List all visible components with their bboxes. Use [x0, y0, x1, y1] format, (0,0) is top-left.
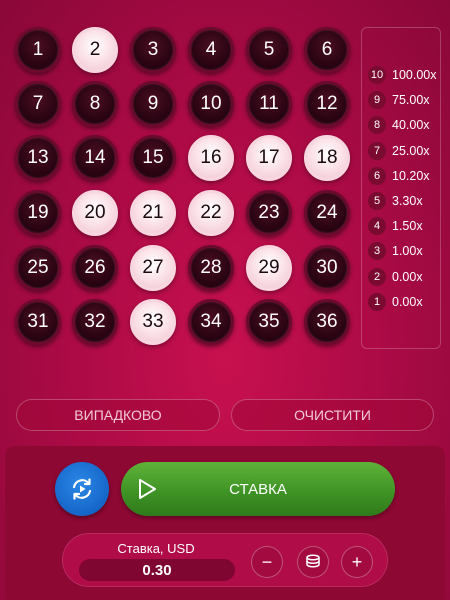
- paytable-multiplier: 75.00x: [392, 93, 430, 108]
- paytable-row: 9 75.00x: [368, 90, 430, 110]
- paytable-hit-count: 1: [368, 292, 386, 311]
- paytable-multiplier: 100.00x: [392, 68, 437, 82]
- stake-presets-button[interactable]: [297, 546, 329, 578]
- paytable-hit-count: 5: [368, 192, 386, 210]
- stake-control: Ставка, USD 0.30 − +: [62, 533, 388, 587]
- paytable-multiplier: 1.50x: [392, 219, 423, 234]
- number-ball-20[interactable]: 20: [72, 190, 118, 236]
- paytable-row: 10 100.00x: [368, 65, 436, 85]
- number-ball-19[interactable]: 19: [15, 190, 61, 236]
- paytable: 10 100.00x 9 75.00x 8 40.00x 7 25.00x 6 10.20x 5 3.…: [361, 27, 441, 349]
- number-ball-13[interactable]: 13: [15, 135, 61, 181]
- paytable-multiplier: 3.30x: [392, 194, 423, 208]
- paytable-hit-count: 6: [368, 166, 386, 185]
- number-ball-22[interactable]: 22: [188, 190, 234, 236]
- paytable-hit-count: 7: [368, 141, 386, 160]
- paytable-row: 8 40.00x: [368, 115, 430, 135]
- paytable-multiplier: 25.00x: [392, 143, 430, 158]
- paytable-hit-count: 2: [368, 267, 386, 286]
- number-ball-10[interactable]: 10: [188, 81, 234, 127]
- number-ball-2[interactable]: 2: [72, 27, 118, 73]
- paytable-multiplier: 40.00x: [392, 118, 430, 133]
- paytable-row: 5 3.30x: [368, 191, 423, 211]
- number-ball-34[interactable]: 34: [188, 299, 234, 345]
- number-ball-28[interactable]: 28: [188, 245, 234, 291]
- bet-button-label: СТАВКА: [229, 480, 287, 498]
- number-ball-6[interactable]: 6: [304, 27, 350, 73]
- number-ball-23[interactable]: 23: [246, 190, 292, 236]
- number-ball-18[interactable]: 18: [304, 135, 350, 181]
- number-ball-27[interactable]: 27: [130, 245, 176, 291]
- increase-stake-button[interactable]: +: [341, 546, 373, 578]
- stake-amount-input[interactable]: 0.30: [79, 559, 235, 581]
- paytable-row: 3 1.00x: [368, 241, 423, 261]
- number-ball-29[interactable]: 29: [246, 245, 292, 291]
- bet-button[interactable]: СТАВКА: [121, 462, 395, 516]
- number-ball-30[interactable]: 30: [304, 245, 350, 291]
- paytable-row: 1 0.00x: [368, 292, 423, 312]
- number-ball-7[interactable]: 7: [15, 81, 61, 127]
- number-ball-11[interactable]: 11: [246, 81, 292, 127]
- number-ball-17[interactable]: 17: [246, 135, 292, 181]
- paytable-hit-count: 10: [368, 66, 386, 84]
- paytable-multiplier: 1.00x: [392, 244, 423, 259]
- number-board: 1 2 3 4 5 6 7 8 9 10 11 12 13 14 15 16 17 18 19 20 21 22 23 24 2…: [10, 27, 355, 349]
- paytable-hit-count: 4: [368, 217, 386, 236]
- number-ball-26[interactable]: 26: [72, 245, 118, 291]
- number-ball-5[interactable]: 5: [246, 27, 292, 73]
- number-ball-32[interactable]: 32: [72, 299, 118, 345]
- number-ball-3[interactable]: 3: [130, 27, 176, 73]
- number-ball-15[interactable]: 15: [130, 135, 176, 181]
- paytable-row: 7 25.00x: [368, 141, 430, 161]
- number-ball-36[interactable]: 36: [304, 299, 350, 345]
- clear-button[interactable]: ОЧИСТИТИ: [231, 399, 434, 431]
- autoplay-button[interactable]: [55, 462, 109, 516]
- number-ball-25[interactable]: 25: [15, 245, 61, 291]
- paytable-multiplier: 10.20x: [392, 168, 430, 183]
- stake-label: Ставка, USD: [117, 541, 195, 556]
- paytable-row: 2 0.00x: [368, 267, 423, 287]
- decrease-stake-button[interactable]: −: [251, 546, 283, 578]
- paytable-row: 6 10.20x: [368, 166, 430, 186]
- number-ball-33[interactable]: 33: [130, 299, 176, 345]
- autoplay-icon: [72, 478, 92, 500]
- paytable-multiplier: 0.00x: [392, 294, 423, 309]
- paytable-multiplier: 0.00x: [392, 269, 423, 284]
- number-ball-14[interactable]: 14: [72, 135, 118, 181]
- number-ball-9[interactable]: 9: [130, 81, 176, 127]
- number-ball-16[interactable]: 16: [188, 135, 234, 181]
- number-ball-21[interactable]: 21: [130, 190, 176, 236]
- number-ball-24[interactable]: 24: [304, 190, 350, 236]
- paytable-row: 4 1.50x: [368, 216, 423, 236]
- paytable-hit-count: 8: [368, 116, 386, 135]
- number-ball-12[interactable]: 12: [304, 81, 350, 127]
- number-ball-1[interactable]: 1: [15, 27, 61, 73]
- number-ball-8[interactable]: 8: [72, 81, 118, 127]
- paytable-hit-count: 3: [368, 242, 386, 261]
- paytable-hit-count: 9: [368, 91, 386, 110]
- number-ball-35[interactable]: 35: [246, 299, 292, 345]
- coin-stack-icon: [306, 554, 320, 568]
- random-button[interactable]: ВИПАДКОВО: [16, 399, 220, 431]
- number-ball-31[interactable]: 31: [15, 299, 61, 345]
- number-ball-4[interactable]: 4: [188, 27, 234, 73]
